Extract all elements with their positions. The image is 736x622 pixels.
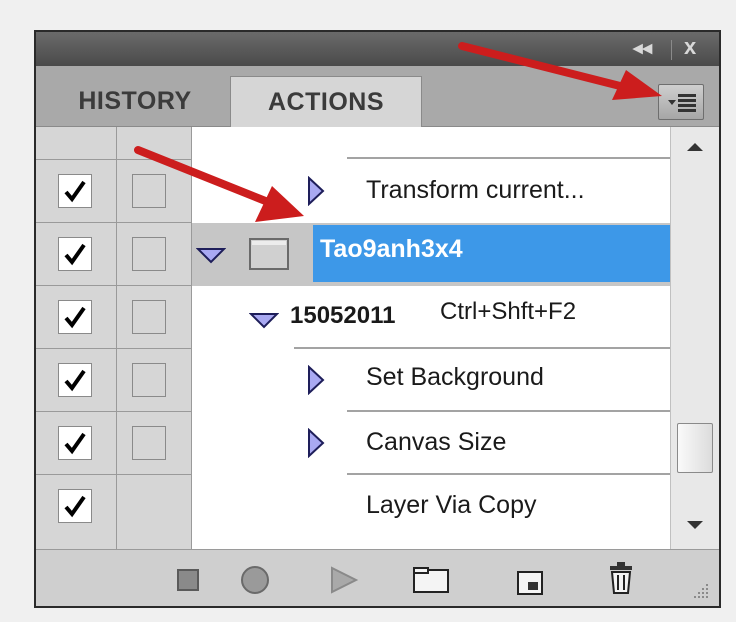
row-separator <box>347 157 670 159</box>
collapse-triangle-icon[interactable] <box>249 312 279 330</box>
stop-icon[interactable] <box>176 568 200 592</box>
expand-triangle-icon[interactable] <box>306 176 326 206</box>
panel-menu-icon <box>668 94 696 112</box>
collapse-panel-icon[interactable]: ◂◂ <box>633 37 652 60</box>
dialog-toggle-box[interactable] <box>132 174 166 208</box>
checkmark-icon <box>64 243 86 266</box>
step-label: Transform current... <box>366 176 585 204</box>
checkmark-icon <box>64 495 86 518</box>
play-icon[interactable] <box>329 566 359 594</box>
expand-triangle-icon[interactable] <box>306 428 326 458</box>
close-panel-icon[interactable]: x <box>684 34 696 60</box>
list-item[interactable]: Canvas Size <box>36 412 670 475</box>
step-label: Set Background <box>366 363 544 391</box>
item-toggle-checkbox[interactable] <box>58 363 92 397</box>
item-toggle-checkbox[interactable] <box>58 174 92 208</box>
step-label: Canvas Size <box>366 428 507 456</box>
panel-title-bar[interactable]: ◂◂ x <box>36 32 719 66</box>
actions-list[interactable]: ... Transform current... <box>36 127 670 549</box>
collapse-triangle-icon[interactable] <box>196 247 226 265</box>
tab-actions[interactable]: ACTIONS <box>230 76 422 127</box>
tab-history[interactable]: HISTORY <box>50 76 220 126</box>
step-label: Layer Via Copy <box>366 491 537 519</box>
list-item[interactable]: Layer Via Copy <box>36 475 670 538</box>
list-row-partial: ... <box>36 127 670 160</box>
scroll-up-arrow-icon[interactable] <box>686 141 704 153</box>
bottom-toolbar <box>36 549 719 606</box>
tab-bar: HISTORY ACTIONS <box>36 66 719 127</box>
list-item[interactable]: Set Background <box>36 349 670 412</box>
scrollbar-thumb[interactable] <box>677 423 713 473</box>
expand-triangle-icon[interactable] <box>306 365 326 395</box>
item-toggle-checkbox[interactable] <box>58 426 92 460</box>
list-item-selected[interactable]: Tao9anh3x4 <box>36 222 670 286</box>
list-item[interactable]: 15052011 Ctrl+Shft+F2 <box>36 285 670 349</box>
record-icon[interactable] <box>239 564 271 596</box>
new-action-icon[interactable] <box>516 566 546 596</box>
action-set-label: Tao9anh3x4 <box>320 235 463 263</box>
dialog-toggle-box[interactable] <box>132 300 166 334</box>
item-toggle-checkbox[interactable] <box>58 237 92 271</box>
checkmark-icon <box>64 306 86 329</box>
dialog-toggle-box[interactable] <box>132 237 166 271</box>
actions-panel: ◂◂ x HISTORY ACTIONS ... <box>34 30 721 608</box>
checkmark-icon <box>64 369 86 392</box>
panel-menu-button[interactable] <box>658 84 704 120</box>
action-set-folder-icon <box>249 238 289 270</box>
vertical-scrollbar[interactable] <box>670 127 719 549</box>
checkmark-icon <box>64 180 86 203</box>
title-divider <box>671 40 672 60</box>
checkmark-icon <box>64 432 86 455</box>
action-name-label: 15052011 <box>290 302 396 329</box>
list-item[interactable]: Transform current... <box>36 160 670 223</box>
new-set-folder-icon[interactable] <box>412 566 452 594</box>
action-shortcut-label: Ctrl+Shft+F2 <box>440 298 577 325</box>
dialog-toggle-box[interactable] <box>132 426 166 460</box>
dialog-toggle-box[interactable] <box>132 363 166 397</box>
trash-icon[interactable] <box>606 560 638 596</box>
item-toggle-checkbox[interactable] <box>58 489 92 523</box>
scroll-down-arrow-icon[interactable] <box>686 519 704 531</box>
resize-grip-icon[interactable] <box>686 580 712 604</box>
item-toggle-checkbox[interactable] <box>58 300 92 334</box>
